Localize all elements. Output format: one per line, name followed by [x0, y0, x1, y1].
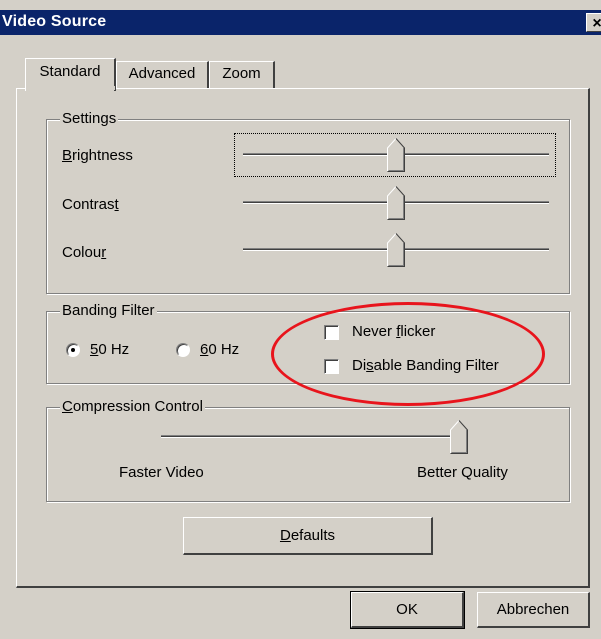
- contrast-label-start: Contras: [62, 196, 115, 213]
- compression-track: [161, 435, 467, 438]
- compression-mnemonic: C: [62, 398, 73, 415]
- cancel-button-label: Abbrechen: [496, 601, 570, 618]
- tab-zoom[interactable]: Zoom: [209, 61, 275, 89]
- contrast-label: Contrast: [62, 196, 119, 214]
- defaults-rest: efaults: [290, 527, 336, 544]
- colour-label: Colour: [62, 244, 106, 262]
- radio-50hz-label[interactable]: 50 Hz: [90, 341, 129, 359]
- brightness-label-rest: rightness: [72, 147, 133, 164]
- disable-banding-label[interactable]: Disable Banding Filter: [352, 357, 499, 375]
- colour-label-start: Colou: [62, 244, 102, 261]
- ok-button[interactable]: OK: [350, 591, 465, 629]
- tab-standard-label: Standard: [39, 63, 101, 80]
- radio-60hz[interactable]: [176, 343, 190, 357]
- close-icon: ×: [592, 15, 601, 32]
- brightness-label: Brightness: [62, 147, 133, 165]
- tab-advanced[interactable]: Advanced: [116, 61, 209, 89]
- cancel-button[interactable]: Abbrechen: [477, 592, 590, 628]
- settings-group-label: Settings: [60, 110, 119, 127]
- radio-50hz-mnemonic: 5: [90, 341, 99, 358]
- disable-banding-checkbox[interactable]: [324, 359, 339, 374]
- radio-50hz[interactable]: [66, 343, 80, 357]
- compression-control-group: [46, 407, 570, 502]
- video-source-dialog: Video Source × Standard Advanced Zoom Se…: [0, 0, 601, 639]
- better-quality-label: Better Quality: [417, 464, 508, 481]
- contrast-slider-thumb[interactable]: [387, 186, 405, 220]
- brightness-slider-thumb[interactable]: [387, 138, 405, 172]
- never-flicker-mnemonic: f: [396, 323, 401, 340]
- tab-join: [29, 86, 115, 90]
- compression-slider-thumb[interactable]: [450, 420, 468, 454]
- compression-control-group-label: Compression Control: [60, 398, 205, 415]
- close-button[interactable]: ×: [586, 13, 601, 32]
- colour-label-mnemonic: r: [101, 244, 107, 261]
- defaults-mnemonic: D: [279, 527, 291, 544]
- tab-advanced-label: Advanced: [128, 65, 196, 82]
- defaults-button-label: Defaults: [280, 527, 335, 544]
- defaults-button[interactable]: Defaults: [183, 517, 433, 555]
- disable-banding-mnemonic: s: [366, 357, 374, 374]
- faster-video-label: Faster Video: [119, 464, 204, 481]
- never-flicker-label[interactable]: Never flicker: [352, 323, 435, 341]
- radio-60hz-label[interactable]: 60 Hz: [200, 341, 239, 359]
- brightness-label-mnemonic: B: [62, 147, 73, 164]
- colour-slider-thumb[interactable]: [387, 233, 405, 267]
- ok-button-label: OK: [396, 601, 418, 618]
- banding-filter-group-label: Banding Filter: [60, 302, 157, 319]
- radio-60hz-mnemonic: 6: [200, 341, 209, 358]
- window-title: Video Source: [2, 13, 107, 30]
- never-flicker-checkbox[interactable]: [324, 325, 339, 340]
- contrast-label-mnemonic: t: [114, 196, 119, 213]
- tab-zoom-label: Zoom: [222, 65, 261, 82]
- title-bar: Video Source ×: [0, 10, 601, 35]
